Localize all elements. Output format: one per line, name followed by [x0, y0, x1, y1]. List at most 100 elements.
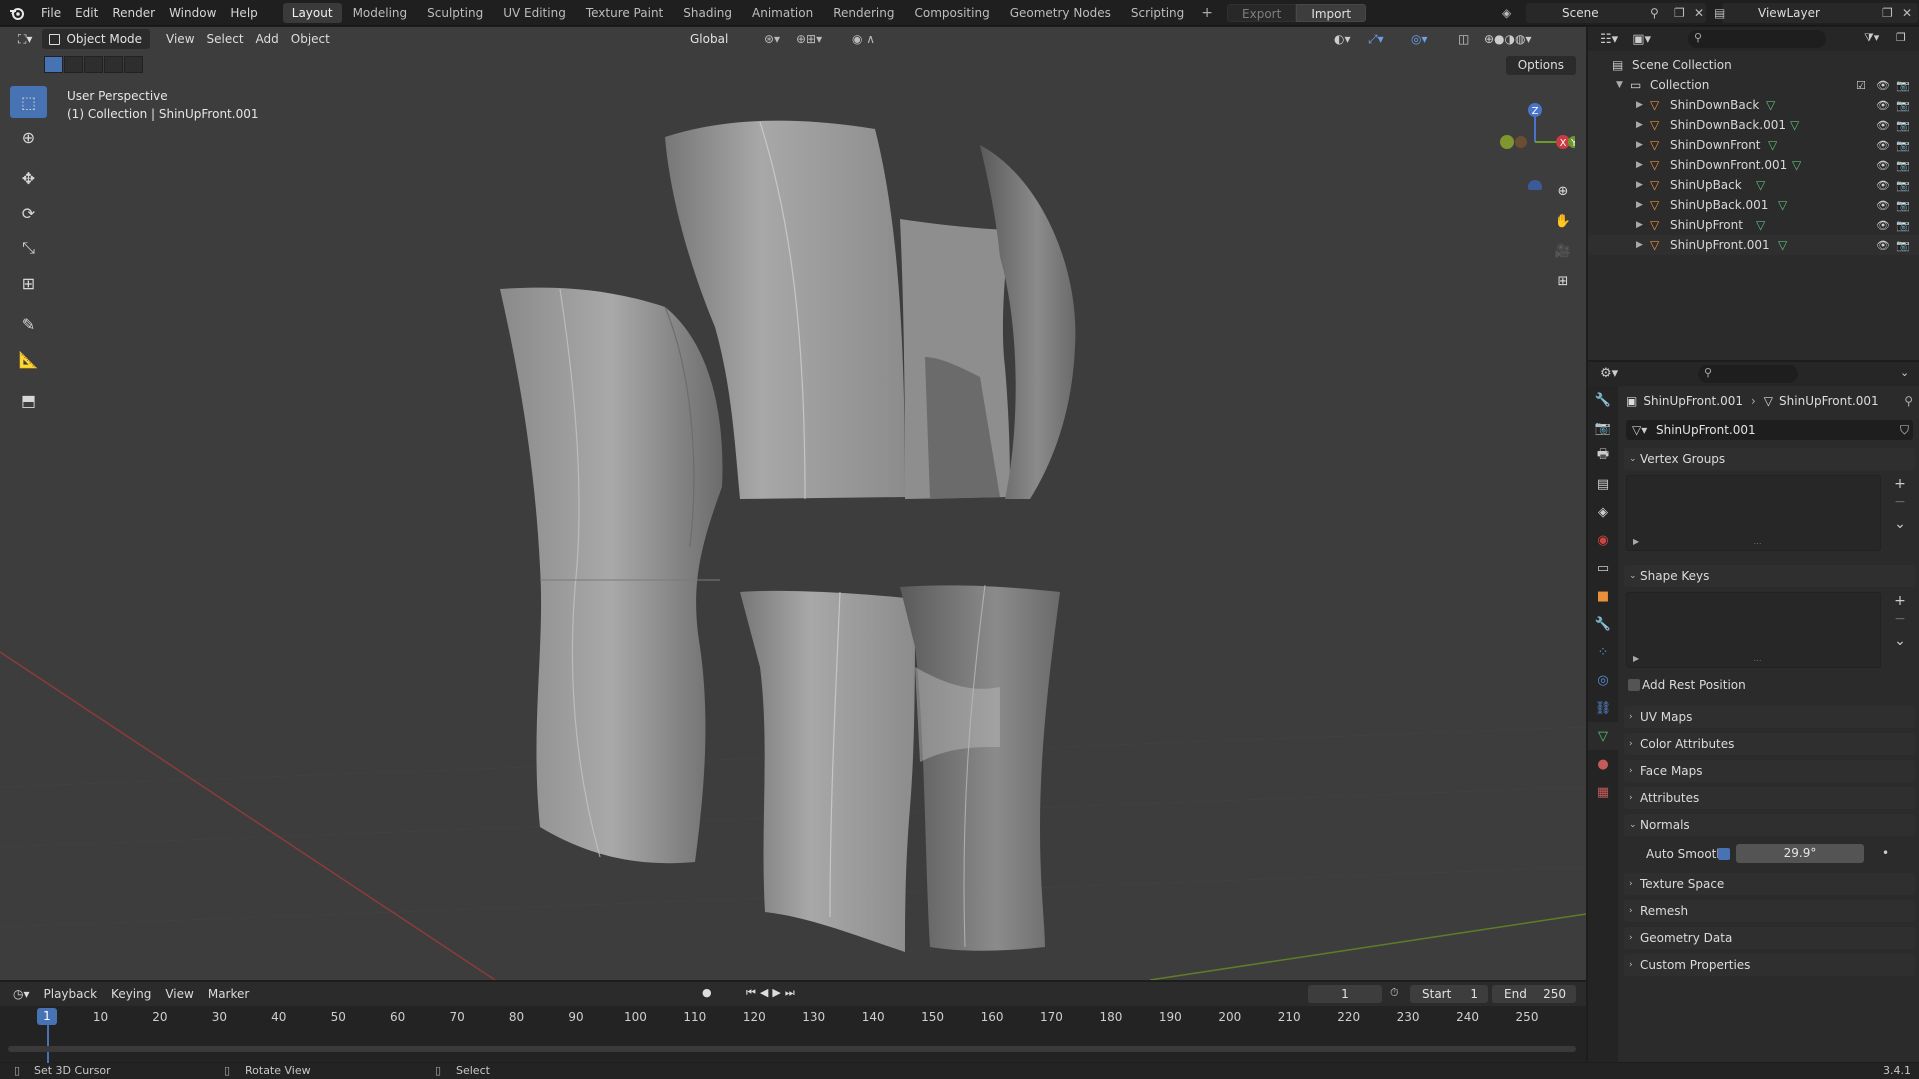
mesh-data-tab-icon[interactable]: ▽: [1588, 722, 1618, 750]
select-mode-invert-icon[interactable]: [104, 56, 123, 73]
collection-tab-icon[interactable]: ▭: [1588, 554, 1618, 582]
pin-icon[interactable]: ⚲: [1650, 6, 1659, 20]
add-workspace-icon[interactable]: +: [1201, 5, 1213, 21]
resize-handle-icon[interactable]: ⋯: [1754, 539, 1762, 548]
render-tab-icon[interactable]: 📷: [1588, 414, 1618, 442]
snap-icon[interactable]: ⊕⊞▾: [790, 29, 828, 49]
auto-smooth-angle-field[interactable]: 29.9°: [1736, 844, 1864, 863]
remove-vertex-group-icon[interactable]: −: [1890, 494, 1910, 510]
properties-editor[interactable]: ⚙▾ ⚲ ⌄ 🔧 📷 🖶 ▤ ◈ ◉ ▭ ■ 🔧 ⁘ ◎ ⛓ ▽ ● ▦ ▣ S…: [1588, 362, 1919, 1062]
menu-timeline-view[interactable]: View: [158, 987, 200, 1001]
xray-icon[interactable]: ◫: [1452, 29, 1475, 49]
expand-arrow-icon[interactable]: ▶: [1636, 240, 1643, 250]
menu-add[interactable]: Add: [250, 29, 285, 49]
shape-keys-list[interactable]: + − ⌄ ▶ ⋯: [1626, 592, 1906, 668]
new-collection-icon[interactable]: ❐: [1896, 31, 1906, 44]
shape-keys-panel[interactable]: ⌄ Shape Keys: [1624, 565, 1915, 587]
menu-object[interactable]: Object: [285, 29, 336, 49]
camera-icon[interactable]: 📷: [1896, 159, 1910, 172]
menu-file[interactable]: File: [34, 0, 68, 26]
visibility-icon[interactable]: ◐▾: [1328, 29, 1357, 49]
timeline-scrollbar[interactable]: [8, 1046, 1576, 1052]
camera-icon[interactable]: 📷: [1896, 239, 1910, 252]
eye-icon[interactable]: 👁: [1876, 179, 1890, 192]
options-button[interactable]: Options: [1505, 56, 1576, 75]
camera-icon[interactable]: 📷: [1896, 79, 1910, 92]
eye-icon[interactable]: 👁: [1876, 239, 1890, 252]
filter-icon[interactable]: ⧩▾: [1864, 31, 1879, 45]
transform-icon[interactable]: ⊞: [10, 267, 47, 299]
navigation-gizmo[interactable]: Z X Y: [1495, 90, 1575, 190]
tab-scripting[interactable]: Scripting: [1122, 3, 1193, 23]
outliner-item[interactable]: ▶ ▽ ShinDownFront.001 ▽ 👁 📷: [1588, 155, 1919, 175]
eye-icon[interactable]: 👁: [1876, 139, 1890, 152]
texture-tab-icon[interactable]: ▦: [1588, 778, 1618, 806]
pin-icon[interactable]: ⚲: [1904, 394, 1913, 408]
world-tab-icon[interactable]: ◉: [1588, 526, 1618, 554]
keyframe-dot-icon[interactable]: •: [1882, 846, 1889, 860]
gizmo-toggle-icon[interactable]: ⤢▾: [1362, 29, 1390, 49]
tab-uv-editing[interactable]: UV Editing: [494, 3, 575, 23]
scene-collection-row[interactable]: ▤ Scene Collection: [1588, 55, 1919, 75]
vertex-group-menu-icon[interactable]: ⌄: [1890, 516, 1910, 532]
uv-maps-panel[interactable]: › UV Maps: [1624, 706, 1915, 728]
menu-window[interactable]: Window: [162, 0, 223, 26]
rotate-icon[interactable]: ⟳: [10, 197, 47, 229]
menu-marker[interactable]: Marker: [201, 987, 256, 1001]
playback-controls-icon[interactable]: ⏮◀▶⏭: [746, 986, 799, 1000]
select-mode-extend-icon[interactable]: [64, 56, 83, 73]
remove-shape-key-icon[interactable]: −: [1890, 611, 1910, 627]
add-cube-icon[interactable]: ⬒: [10, 384, 47, 416]
eye-icon[interactable]: 👁: [1876, 119, 1890, 132]
pivot-icon[interactable]: ⊛▾: [758, 29, 786, 49]
new-view-layer-icon[interactable]: ❐: [1882, 6, 1893, 20]
delete-scene-icon[interactable]: ✕: [1694, 6, 1704, 20]
display-mode-icon[interactable]: ▣▾: [1632, 32, 1651, 47]
tab-rendering[interactable]: Rendering: [824, 3, 903, 23]
particles-tab-icon[interactable]: ⁘: [1588, 638, 1618, 666]
expand-arrow-icon[interactable]: ▶: [1636, 100, 1643, 110]
view-layer-selector[interactable]: ▤ ViewLayer ❐ ✕: [1714, 3, 1918, 23]
camera-icon[interactable]: 📷: [1896, 199, 1910, 212]
output-tab-icon[interactable]: 🖶: [1588, 442, 1618, 470]
annotate-icon[interactable]: ✎: [10, 308, 47, 340]
eye-icon[interactable]: 👁: [1876, 159, 1890, 172]
tab-shading[interactable]: Shading: [674, 3, 741, 23]
menu-playback[interactable]: Playback: [37, 987, 105, 1001]
pan-icon[interactable]: ✋: [1551, 209, 1575, 233]
camera-icon[interactable]: 📷: [1896, 99, 1910, 112]
outliner-item[interactable]: ▶ ▽ ShinDownBack ▽ 👁 📷: [1588, 95, 1919, 115]
expand-arrow-icon[interactable]: ▶: [1636, 220, 1643, 230]
playhead-line[interactable]: [47, 1025, 49, 1065]
start-frame-field[interactable]: Start 1: [1410, 985, 1488, 1003]
resize-handle-icon[interactable]: ⋯: [1754, 656, 1762, 665]
auto-smooth-checkbox[interactable]: [1718, 848, 1730, 860]
move-icon[interactable]: ✥: [10, 162, 47, 194]
chevron-down-icon[interactable]: ⌄: [1900, 366, 1909, 379]
outliner-editor-icon[interactable]: ☷▾: [1600, 32, 1618, 47]
tab-modeling[interactable]: Modeling: [344, 3, 417, 23]
editor-type-icon[interactable]: ⛶▾: [12, 29, 38, 49]
add-rest-position-row[interactable]: Add Rest Position: [1620, 674, 1919, 696]
3d-viewport[interactable]: ⛶▾ Object Mode View Select Add Object Gl…: [0, 27, 1586, 980]
expand-arrow-icon[interactable]: ▶: [1636, 120, 1643, 130]
orientation-dropdown[interactable]: Global: [668, 29, 736, 49]
import-button[interactable]: Import: [1296, 3, 1367, 22]
object-mode-dropdown[interactable]: Object Mode: [42, 29, 151, 49]
scale-icon[interactable]: ⤡: [10, 232, 47, 264]
outliner-item[interactable]: ▶ ▽ ShinUpBack.001 ▽ 👁 📷: [1588, 195, 1919, 215]
add-rest-position-checkbox[interactable]: [1628, 679, 1640, 691]
attributes-panel[interactable]: › Attributes: [1624, 787, 1915, 809]
zoom-icon[interactable]: ⊕: [1551, 179, 1575, 203]
physics-tab-icon[interactable]: ◎: [1588, 666, 1618, 694]
collapse-arrow-icon[interactable]: ▼: [1616, 80, 1623, 90]
collection-row[interactable]: ▼ ▭ Collection ☑ 👁 📷: [1588, 75, 1919, 95]
expand-arrow-icon[interactable]: ▶: [1636, 180, 1643, 190]
fake-user-shield-icon[interactable]: ⛉: [1900, 420, 1909, 440]
select-mode-subtract-icon[interactable]: [84, 56, 103, 73]
constraints-tab-icon[interactable]: ⛓: [1588, 694, 1618, 722]
view-layer-tab-icon[interactable]: ▤: [1588, 470, 1618, 498]
export-button[interactable]: Export: [1227, 3, 1297, 22]
exclude-checkbox-icon[interactable]: ☑: [1856, 79, 1866, 92]
tab-layout[interactable]: Layout: [282, 2, 342, 23]
